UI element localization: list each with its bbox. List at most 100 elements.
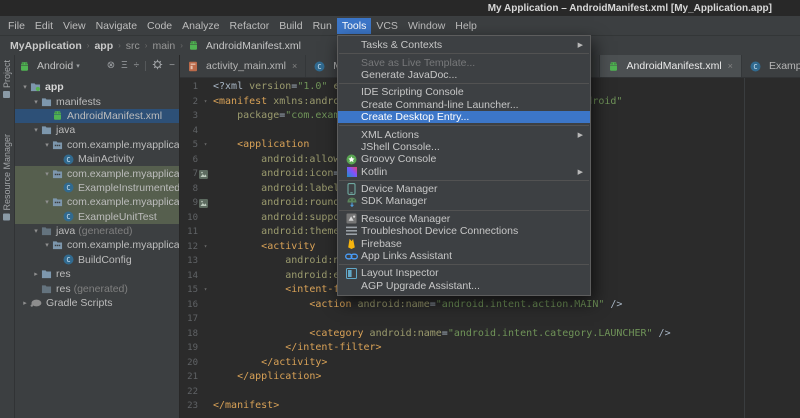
code-line[interactable]: 23 </manifest>: [180, 399, 800, 414]
gear-icon[interactable]: [152, 59, 163, 73]
chevron-expanded-icon[interactable]: ▾: [31, 227, 41, 235]
line-number: 18: [187, 328, 198, 339]
tree-item-res[interactable]: res (generated): [15, 281, 179, 295]
breadcrumb-item-app[interactable]: app: [92, 40, 115, 52]
tree-item-buildconfig[interactable]: C BuildConfig: [15, 253, 179, 267]
breadcrumb-item-myapplication[interactable]: MyApplication: [8, 40, 84, 52]
chevron-expanded-icon[interactable]: ▾: [42, 241, 52, 249]
menu-code[interactable]: Code: [142, 18, 177, 34]
collapse-all-icon[interactable]: Ξ: [121, 61, 128, 71]
code-line[interactable]: 17: [180, 312, 800, 327]
menu-item-ide-scripting-console[interactable]: IDE Scripting Console: [338, 86, 590, 98]
chevron-collapsed-icon[interactable]: ▸: [20, 299, 30, 307]
chevron-expanded-icon[interactable]: ▾: [42, 170, 52, 178]
menu-refactor[interactable]: Refactor: [225, 18, 275, 34]
menu-item-sdk-manager[interactable]: SDK Manager: [338, 195, 590, 207]
code-line[interactable]: 19 </intent-filter>: [180, 341, 800, 356]
tree-item-com-example-myapplication[interactable]: ▾ com.example.myapplication: [15, 195, 179, 210]
menu-separator: [339, 179, 589, 181]
tree-item-exampleunittest[interactable]: C ExampleUnitTest: [15, 209, 179, 224]
menu-item-generate-javadoc[interactable]: Generate JavaDoc...: [338, 69, 590, 81]
menu-item-troubleshoot-device-connections[interactable]: Troubleshoot Device Connections: [338, 225, 590, 237]
line-number: 21: [187, 372, 198, 382]
menu-build[interactable]: Build: [274, 18, 307, 34]
view-options-icon[interactable]: ÷: [134, 61, 140, 71]
close-icon[interactable]: ×: [728, 61, 733, 71]
menu-item-tasks-contexts[interactable]: Tasks & Contexts ▶: [338, 39, 590, 51]
chevron-collapsed-icon[interactable]: ▸: [31, 270, 41, 278]
menu-item-groovy-console[interactable]: Groovy Console: [338, 153, 590, 165]
code-line[interactable]: 20 </activity>: [180, 356, 800, 371]
menu-analyze[interactable]: Analyze: [177, 18, 224, 34]
fold-marker-icon[interactable]: ▾: [204, 240, 208, 255]
tab-activity-main-xml[interactable]: activity_main.xml ×: [180, 55, 307, 77]
code-token: "android.intent.category.LAUNCHER": [447, 327, 653, 339]
tab-androidmanifest-xml[interactable]: AndroidManifest.xml ×: [599, 55, 742, 77]
menu-run[interactable]: Run: [308, 18, 337, 34]
tree-item-com-example-myapplication[interactable]: ▾ com.example.myapplication: [15, 138, 179, 152]
submenu-arrow-icon: ▶: [577, 168, 583, 176]
tree-item-app[interactable]: ▾ app: [15, 80, 179, 94]
line-number: 6: [192, 154, 198, 165]
tree-item-mainactivity[interactable]: C MainActivity: [15, 152, 179, 166]
fold-marker-icon[interactable]: ▾: [204, 138, 208, 153]
menu-item-agp-upgrade-assistant[interactable]: AGP Upgrade Assistant...: [338, 280, 590, 292]
breadcrumb-item-androidmanifest-xml[interactable]: AndroidManifest.xml: [186, 40, 303, 52]
hide-panel-icon[interactable]: −: [169, 61, 175, 71]
tree-item-res[interactable]: ▸ res: [15, 267, 179, 281]
menu-file[interactable]: File: [3, 18, 30, 34]
menu-item-resource-manager[interactable]: Resource Manager: [338, 213, 590, 225]
tree-item-androidmanifest-xml[interactable]: AndroidManifest.xml: [15, 108, 179, 124]
menu-item-xml-actions[interactable]: XML Actions ▶: [338, 128, 590, 141]
breadcrumb-item-src[interactable]: src: [124, 40, 142, 52]
menu-item-create-command-line-launcher[interactable]: Create Command-line Launcher...: [338, 99, 590, 111]
menu-tools[interactable]: Tools: [336, 17, 372, 34]
tab-exampleunittest-kt[interactable]: CExampleUnitTest.kt×: [742, 55, 800, 77]
tool-stripe-project[interactable]: Project: [2, 60, 12, 99]
code-line[interactable]: 22: [180, 385, 800, 400]
menu-navigate[interactable]: Navigate: [91, 18, 142, 34]
fold-marker-icon[interactable]: ▾: [204, 95, 208, 110]
close-icon[interactable]: ×: [292, 61, 297, 71]
tree-item-com-example-myapplication[interactable]: ▾ com.example.myapplication: [15, 166, 179, 181]
chevron-expanded-icon[interactable]: ▾: [42, 198, 52, 206]
menu-window[interactable]: Window: [403, 18, 450, 34]
locate-file-icon[interactable]: ⊗: [107, 61, 115, 71]
fold-marker-icon[interactable]: ▾: [204, 283, 208, 298]
tree-item-gradle-scripts[interactable]: ▸ Gradle Scripts: [15, 296, 179, 310]
menu-vcs[interactable]: VCS: [371, 18, 403, 34]
breadcrumb-separator: ›: [144, 41, 148, 50]
code-line[interactable]: 18 <category android:name = "android.inten…: [180, 327, 800, 342]
tool-stripe-resource-manager[interactable]: Resource Manager: [2, 134, 12, 221]
menu-item-kotlin[interactable]: Kotlin ▶: [338, 166, 590, 178]
gutter-slot: [198, 198, 213, 208]
menu-edit[interactable]: Edit: [30, 18, 58, 34]
breadcrumb-label: main: [152, 39, 176, 52]
menu-item-label: XML Actions: [361, 128, 419, 141]
tree-item-manifests[interactable]: ▾ manifests: [15, 94, 179, 108]
breadcrumb-item-main[interactable]: main: [150, 40, 177, 52]
menu-item-app-links-assistant[interactable]: App Links Assistant: [338, 250, 590, 262]
menu-item-device-manager[interactable]: Device Manager: [338, 183, 590, 195]
chevron-expanded-icon[interactable]: ▾: [20, 83, 30, 91]
menu-view[interactable]: View: [58, 18, 91, 34]
project-view-selector[interactable]: Android: [37, 60, 73, 72]
code-line[interactable]: 16 <action android:name = "android.intent.…: [180, 298, 800, 313]
gutter-slot: ▾: [198, 95, 213, 110]
menu-item-layout-inspector[interactable]: Layout Inspector: [338, 267, 590, 279]
chevron-expanded-icon[interactable]: ▾: [31, 126, 41, 134]
chevron-expanded-icon[interactable]: ▾: [31, 98, 41, 106]
tree-item-com-example-myapplication[interactable]: ▾ com.example.myapplication: [15, 238, 179, 252]
tree-item-java[interactable]: ▾ java: [15, 123, 179, 137]
menu-item-create-desktop-entry[interactable]: Create Desktop Entry...: [338, 110, 590, 124]
tree-item-exampleinstrumentedtest[interactable]: C ExampleInstrumentedTest: [15, 180, 179, 196]
code-line[interactable]: 21 </application>: [180, 370, 800, 385]
chevron-expanded-icon[interactable]: ▾: [42, 141, 52, 149]
menu-item-firebase[interactable]: Firebase: [338, 237, 590, 250]
tree-item-java[interactable]: ▾ java (generated): [15, 224, 179, 238]
menu-item-jshell-console[interactable]: JShell Console...: [338, 141, 590, 153]
menu-help[interactable]: Help: [450, 18, 482, 34]
line-number: 23: [187, 401, 198, 411]
